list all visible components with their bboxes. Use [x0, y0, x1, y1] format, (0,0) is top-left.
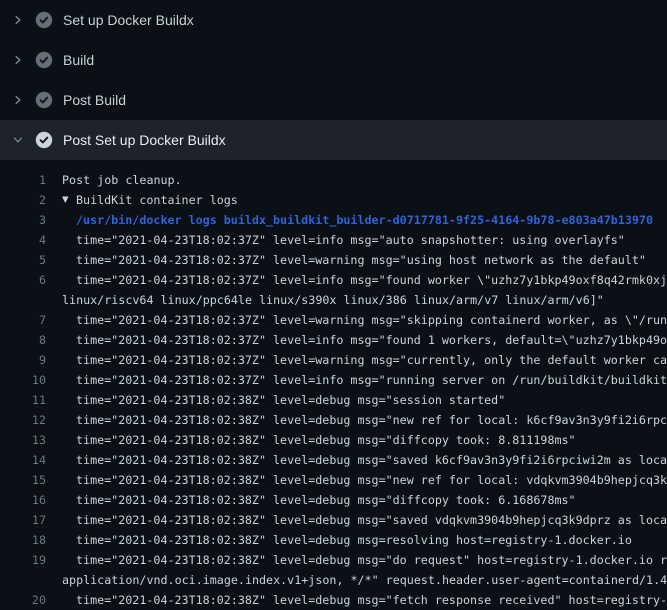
log-line: 7 time="2021-04-23T18:02:37Z" level=warn… [0, 310, 667, 330]
step-row-post-set-up-docker-buildx[interactable]: Post Set up Docker Buildx [0, 120, 667, 160]
step-label: Build [63, 52, 94, 68]
step-row-set-up-docker-buildx[interactable]: Set up Docker Buildx [0, 0, 667, 40]
log-line: 20 time="2021-04-23T18:02:38Z" level=deb… [0, 590, 667, 610]
line-text: time="2021-04-23T18:02:38Z" level=debug … [76, 490, 576, 510]
log-line: 16 time="2021-04-23T18:02:38Z" level=deb… [0, 490, 667, 510]
line-text: BuildKit container logs [76, 190, 238, 210]
line-number[interactable]: 6 [0, 270, 46, 290]
line-number[interactable]: 10 [0, 370, 46, 390]
log-line: linux/riscv64 linux/ppc64le linux/s390x … [0, 290, 667, 310]
log-line: 11 time="2021-04-23T18:02:38Z" level=deb… [0, 390, 667, 410]
log-line: 6 time="2021-04-23T18:02:37Z" level=info… [0, 270, 667, 290]
log-line: 14 time="2021-04-23T18:02:38Z" level=deb… [0, 450, 667, 470]
log-line: 8 time="2021-04-23T18:02:37Z" level=info… [0, 330, 667, 350]
line-text: application/vnd.oci.image.index.v1+json,… [62, 570, 667, 590]
step-row-build[interactable]: Build [0, 40, 667, 80]
chevron-right-icon [10, 52, 26, 68]
log-line[interactable]: 2 ▼ BuildKit container logs [0, 190, 667, 210]
log-line: 13 time="2021-04-23T18:02:38Z" level=deb… [0, 430, 667, 450]
line-number[interactable]: 3 [0, 210, 46, 230]
line-text: time="2021-04-23T18:02:37Z" level=info m… [76, 270, 667, 290]
line-number[interactable]: 9 [0, 350, 46, 370]
line-text: time="2021-04-23T18:02:37Z" level=info m… [76, 330, 667, 350]
line-text: time="2021-04-23T18:02:38Z" level=debug … [76, 470, 667, 490]
step-label: Post Build [63, 92, 126, 108]
step-label: Post Set up Docker Buildx [63, 132, 226, 148]
step-list: Set up Docker Buildx Build P [0, 0, 667, 160]
line-number[interactable] [0, 570, 46, 590]
line-number[interactable]: 4 [0, 230, 46, 250]
line-text: time="2021-04-23T18:02:38Z" level=debug … [76, 450, 667, 470]
line-number[interactable]: 5 [0, 250, 46, 270]
chevron-down-icon [10, 132, 26, 148]
check-circle-icon [35, 11, 53, 29]
chevron-right-icon [10, 92, 26, 108]
line-text: time="2021-04-23T18:02:38Z" level=debug … [76, 430, 576, 450]
line-number[interactable]: 7 [0, 310, 46, 330]
line-number[interactable]: 14 [0, 450, 46, 470]
line-text: time="2021-04-23T18:02:38Z" level=debug … [76, 530, 632, 550]
line-number[interactable]: 2 [0, 190, 46, 210]
line-text: time="2021-04-23T18:02:37Z" level=warnin… [76, 250, 646, 270]
log-line: 15 time="2021-04-23T18:02:38Z" level=deb… [0, 470, 667, 490]
line-number[interactable] [0, 290, 46, 310]
line-number[interactable]: 20 [0, 590, 46, 610]
line-number[interactable]: 8 [0, 330, 46, 350]
group-collapse-triangle-icon[interactable]: ▼ [62, 190, 76, 210]
line-number[interactable]: 13 [0, 430, 46, 450]
line-text: time="2021-04-23T18:02:37Z" level=info m… [76, 370, 667, 390]
line-text: time="2021-04-23T18:02:38Z" level=debug … [76, 590, 667, 610]
log-line: 17 time="2021-04-23T18:02:38Z" level=deb… [0, 510, 667, 530]
line-number[interactable]: 1 [0, 170, 46, 190]
step-label: Set up Docker Buildx [63, 12, 194, 28]
line-text: time="2021-04-23T18:02:37Z" level=warnin… [76, 350, 667, 370]
check-circle-icon [35, 131, 53, 149]
line-text: time="2021-04-23T18:02:38Z" level=debug … [76, 410, 667, 430]
log-line: 9 time="2021-04-23T18:02:37Z" level=warn… [0, 350, 667, 370]
line-number[interactable]: 15 [0, 470, 46, 490]
log-line: 3 /usr/bin/docker logs buildx_buildkit_b… [0, 210, 667, 230]
check-circle-icon [35, 51, 53, 69]
line-text: /usr/bin/docker logs buildx_buildkit_bui… [76, 210, 653, 230]
line-number[interactable]: 17 [0, 510, 46, 530]
check-circle-icon [35, 91, 53, 109]
log-section: 1 Post job cleanup. 2 ▼ BuildKit contain… [0, 160, 667, 610]
log-line: 4 time="2021-04-23T18:02:37Z" level=info… [0, 230, 667, 250]
line-text: linux/riscv64 linux/ppc64le linux/s390x … [62, 290, 604, 310]
log-line: 1 Post job cleanup. [0, 170, 667, 190]
log-line: 5 time="2021-04-23T18:02:37Z" level=warn… [0, 250, 667, 270]
log-line: 18 time="2021-04-23T18:02:38Z" level=deb… [0, 530, 667, 550]
chevron-right-icon [10, 12, 26, 28]
line-text: time="2021-04-23T18:02:38Z" level=debug … [76, 390, 505, 410]
line-text: time="2021-04-23T18:02:38Z" level=debug … [76, 550, 667, 570]
workflow-job-log-panel: Set up Docker Buildx Build P [0, 0, 667, 610]
log-line: 10 time="2021-04-23T18:02:37Z" level=inf… [0, 370, 667, 390]
step-row-post-build[interactable]: Post Build [0, 80, 667, 120]
log-line: application/vnd.oci.image.index.v1+json,… [0, 570, 667, 590]
log-line: 12 time="2021-04-23T18:02:38Z" level=deb… [0, 410, 667, 430]
line-text: Post job cleanup. [62, 170, 182, 190]
line-text: time="2021-04-23T18:02:37Z" level=info m… [76, 230, 625, 250]
line-text: time="2021-04-23T18:02:37Z" level=warnin… [76, 310, 667, 330]
line-text: time="2021-04-23T18:02:38Z" level=debug … [76, 510, 667, 530]
line-number[interactable]: 12 [0, 410, 46, 430]
line-number[interactable]: 11 [0, 390, 46, 410]
line-number[interactable]: 19 [0, 550, 46, 570]
line-number[interactable]: 18 [0, 530, 46, 550]
line-number[interactable]: 16 [0, 490, 46, 510]
log-line: 19 time="2021-04-23T18:02:38Z" level=deb… [0, 550, 667, 570]
